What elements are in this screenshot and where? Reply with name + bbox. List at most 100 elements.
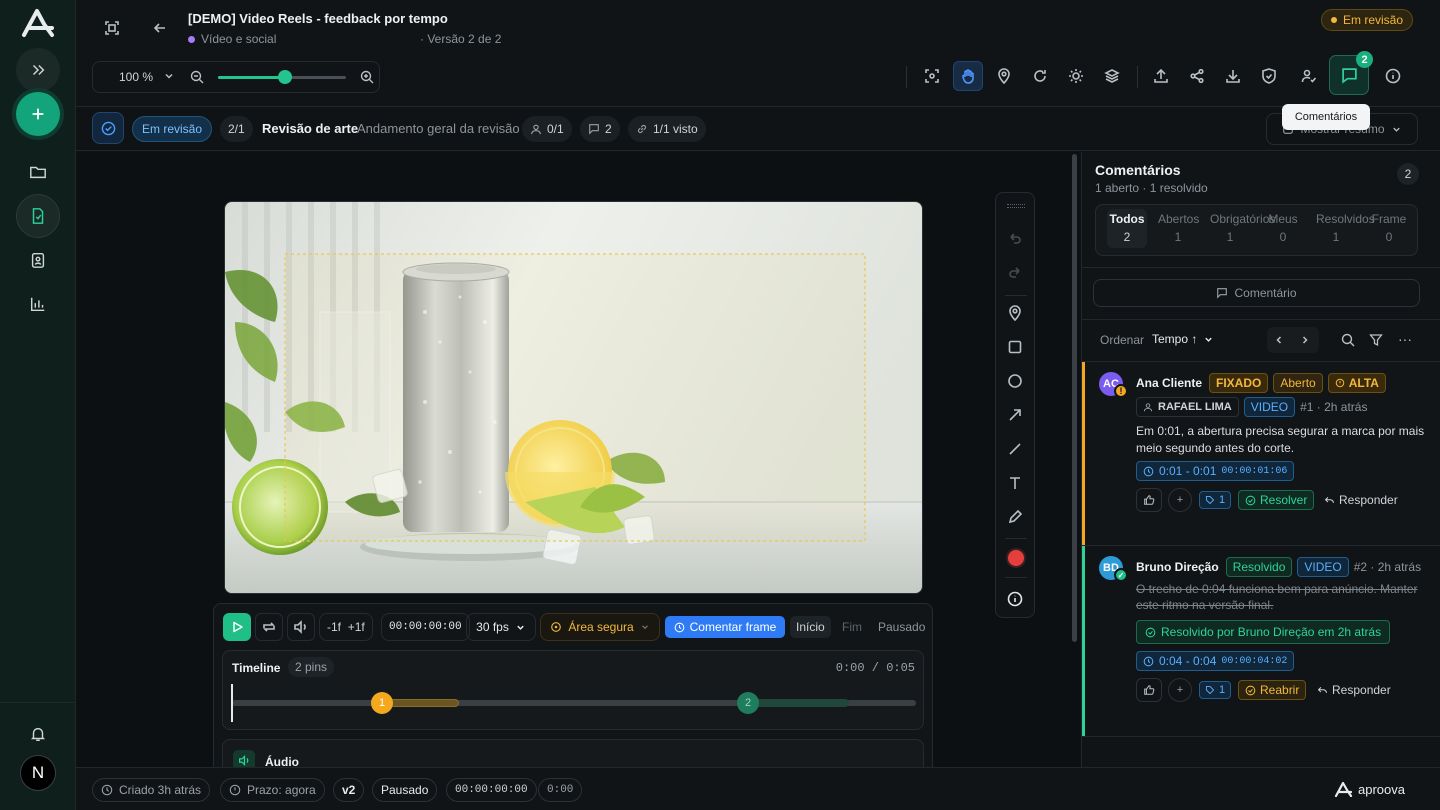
- bar-chart-icon[interactable]: [16, 282, 60, 326]
- comments-count[interactable]: 2: [580, 116, 620, 142]
- text-tool-icon[interactable]: [1001, 469, 1029, 497]
- review-check-icon[interactable]: [92, 112, 124, 144]
- seen-count[interactable]: 1/1 visto: [628, 116, 706, 142]
- video-image: [225, 202, 922, 593]
- add-reaction-button[interactable]: +: [1168, 488, 1192, 512]
- user-check-icon[interactable]: [1294, 61, 1324, 91]
- rectangle-tool-icon[interactable]: [1001, 333, 1029, 361]
- arrow-tool-icon[interactable]: [1001, 401, 1029, 429]
- reply-button[interactable]: Responder: [1324, 493, 1398, 507]
- created-info: Criado 3h atrás: [92, 778, 211, 802]
- clipboard-user-icon[interactable]: [16, 238, 60, 282]
- share-icon[interactable]: [1182, 61, 1212, 91]
- resolve-button[interactable]: Resolver: [1238, 490, 1315, 510]
- safe-area-toggle[interactable]: Área segura: [540, 613, 660, 641]
- redo-icon[interactable]: [1001, 259, 1029, 287]
- back-arrow-icon[interactable]: [145, 13, 175, 43]
- next-icon[interactable]: [1299, 334, 1311, 346]
- upload-icon[interactable]: [1146, 61, 1176, 91]
- add-reaction-button[interactable]: +: [1168, 678, 1192, 702]
- layers-icon[interactable]: [1097, 61, 1127, 91]
- toolbar-divider: [906, 66, 907, 88]
- tab-todos[interactable]: Todos 2: [1107, 209, 1147, 248]
- expand-rail-button[interactable]: [16, 48, 60, 92]
- fit-screen-icon[interactable]: [97, 13, 127, 43]
- video-frame[interactable]: [224, 201, 923, 594]
- undo-icon[interactable]: [1001, 225, 1029, 253]
- time-range-chip[interactable]: 0:01 - 0:01 00:00:01:06: [1136, 461, 1295, 481]
- sun-icon[interactable]: [1061, 61, 1091, 91]
- filter-icon[interactable]: [1369, 333, 1383, 347]
- tag-count-chip[interactable]: 1: [1199, 491, 1232, 509]
- line-tool-icon[interactable]: [1001, 435, 1029, 463]
- folder-icon[interactable]: [16, 150, 60, 194]
- color-picker-red[interactable]: [1008, 550, 1024, 566]
- stage-scrollbar[interactable]: [1072, 154, 1077, 642]
- comment-card-2[interactable]: BD ✓ Bruno Direção Resolvido VIDEO #2 · …: [1082, 546, 1440, 736]
- start-button[interactable]: Início: [790, 616, 831, 638]
- circle-tool-icon[interactable]: [1001, 367, 1029, 395]
- review-file-icon[interactable]: [16, 194, 60, 238]
- zoom-in-icon[interactable]: [360, 70, 374, 84]
- play-button[interactable]: [223, 613, 251, 641]
- new-comment-button[interactable]: Comentário: [1093, 279, 1420, 307]
- comment-icon: [1217, 288, 1228, 299]
- user-avatar[interactable]: N: [20, 755, 56, 791]
- reviewers-count[interactable]: 0/1: [522, 116, 572, 142]
- chevron-down-icon[interactable]: [163, 70, 175, 82]
- tab-abertos[interactable]: Abertos 1: [1158, 212, 1199, 244]
- tag-count-chip[interactable]: 1: [1199, 681, 1232, 699]
- end-button[interactable]: Fim: [842, 620, 862, 634]
- tab-resolvidos[interactable]: Resolvidos 1: [1316, 212, 1375, 244]
- stage-step: 2/1: [220, 116, 253, 142]
- volume-icon[interactable]: [287, 613, 315, 641]
- bell-icon[interactable]: [16, 712, 60, 756]
- zoom-out-icon[interactable]: [190, 70, 204, 84]
- fps-select[interactable]: 30 fps: [466, 613, 536, 641]
- comment-frame-button[interactable]: Comentar frame: [665, 616, 785, 638]
- like-icon[interactable]: [1136, 488, 1162, 512]
- minus-frame-button[interactable]: -1f +1f: [319, 613, 373, 641]
- timeline-panel: Timeline 2 pins 0:00 / 0:05 1 2: [222, 650, 924, 730]
- like-icon[interactable]: [1136, 678, 1162, 702]
- timecode-display: 00:00:00:00: [381, 613, 470, 641]
- zoom-slider-handle[interactable]: [277, 70, 292, 84]
- more-icon[interactable]: ···: [1398, 332, 1412, 346]
- comment-card-1[interactable]: AC ! Ana Cliente FIXADO Aberto ALTA RAFA…: [1082, 362, 1440, 545]
- tab-obrigatórios[interactable]: Obrigatórios 1: [1210, 212, 1275, 244]
- create-button[interactable]: [16, 92, 60, 136]
- timeline-pin-1[interactable]: 1: [371, 692, 393, 714]
- refresh-icon[interactable]: [1025, 61, 1055, 91]
- info-icon[interactable]: [1378, 61, 1408, 91]
- reply-button[interactable]: Responder: [1317, 683, 1391, 697]
- tag-icon: [1205, 495, 1215, 505]
- tab-frame[interactable]: Frame 0: [1369, 212, 1409, 244]
- zoom-slider[interactable]: [218, 70, 346, 84]
- prev-icon[interactable]: [1273, 334, 1285, 346]
- focus-icon[interactable]: [917, 61, 947, 91]
- logo-icon[interactable]: [20, 8, 56, 38]
- info-tool-icon[interactable]: [1001, 585, 1029, 613]
- comment-text: O trecho de 0:04 funciona bem para anúnc…: [1136, 582, 1418, 612]
- tab-meus[interactable]: Meus 0: [1263, 212, 1303, 244]
- shield-icon[interactable]: [1254, 61, 1284, 91]
- pin-tool-icon[interactable]: [1001, 299, 1029, 327]
- reopen-button[interactable]: Reabrir: [1238, 680, 1307, 700]
- download-icon[interactable]: [1218, 61, 1248, 91]
- status-text: Em revisão: [1343, 13, 1404, 27]
- loop-icon[interactable]: [255, 613, 283, 641]
- tab-label: Resolvidos: [1316, 212, 1375, 226]
- stage-description: Andamento geral da revisão: [357, 121, 520, 136]
- drag-handle-icon[interactable]: [1007, 204, 1025, 208]
- time-range-chip[interactable]: 0:04 - 0:04 00:00:04:02: [1136, 651, 1295, 671]
- timeline-pin-2[interactable]: 2: [737, 692, 759, 714]
- pencil-tool-icon[interactable]: [1001, 503, 1029, 531]
- pin-icon[interactable]: [989, 61, 1019, 91]
- hand-icon[interactable]: [953, 61, 983, 91]
- zoom-select[interactable]: 100 %: [119, 70, 153, 84]
- playhead[interactable]: [231, 684, 233, 722]
- tab-label: Frame: [1371, 212, 1407, 226]
- tab-label: Meus: [1268, 212, 1298, 226]
- sort-select[interactable]: Tempo ↑: [1152, 332, 1214, 346]
- search-icon[interactable]: [1341, 333, 1355, 347]
